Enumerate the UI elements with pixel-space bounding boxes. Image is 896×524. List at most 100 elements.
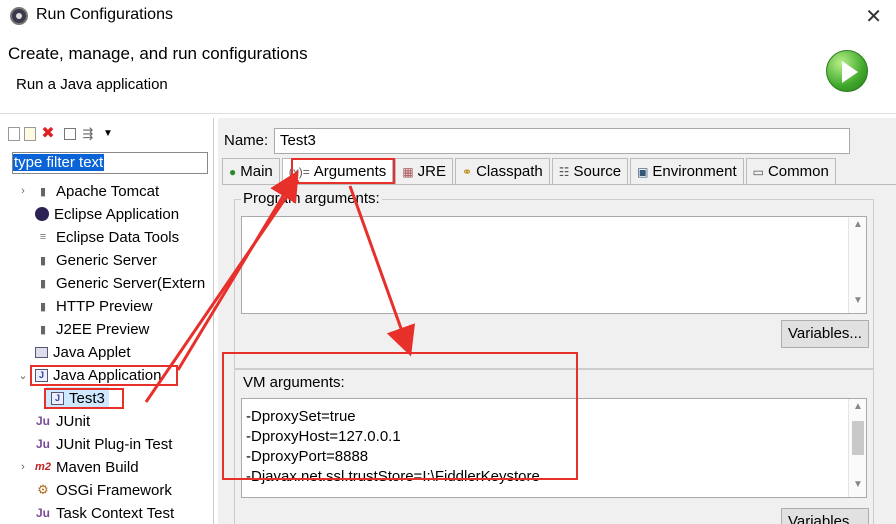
- tree-item-apache-tomcat[interactable]: › ▮ Apache Tomcat: [16, 180, 159, 202]
- program-arguments-scrollbar[interactable]: ▲ ▼: [848, 217, 866, 313]
- tab-jre[interactable]: ▦ JRE: [395, 158, 453, 184]
- tree-item-label: Eclipse Application: [54, 205, 180, 223]
- tree-item-label: Maven Build: [56, 458, 139, 476]
- tab-classpath[interactable]: ⚭ Classpath: [455, 158, 550, 184]
- scroll-thumb[interactable]: [852, 421, 864, 455]
- tree-item-test3[interactable]: J Test3: [46, 387, 109, 409]
- tomcat-icon: ▮: [39, 185, 47, 198]
- tab-common[interactable]: ▭ Common: [745, 158, 836, 184]
- applet-icon: [35, 346, 48, 358]
- vm-arguments-scrollbar[interactable]: ▲ ▼: [848, 399, 866, 497]
- tree-item-label: Generic Server: [56, 251, 157, 269]
- tree-item-label: OSGi Framework: [56, 481, 172, 499]
- dialog-subtitle: Run a Java application: [16, 76, 168, 93]
- arguments-panel: Program arguments: ▲ ▼ Variables... VM a…: [222, 184, 896, 524]
- tree-toolbar: ✖ ⇶ ▼: [8, 124, 116, 144]
- vm-arg-line: -DproxySet=true: [246, 408, 356, 425]
- vm-arguments-label: VM arguments:: [241, 374, 347, 391]
- delete-icon[interactable]: ✖: [40, 126, 56, 142]
- view-menu-icon[interactable]: ▼: [100, 126, 116, 142]
- java-app-icon: J: [51, 391, 64, 405]
- program-arguments-input[interactable]: ▲ ▼: [241, 216, 867, 314]
- server-icon: ▮: [39, 323, 47, 336]
- tab-source[interactable]: ☷ Source: [551, 158, 629, 184]
- tree-item-j2ee-preview[interactable]: ▮ J2EE Preview: [16, 318, 149, 340]
- eclipse-app-icon: [10, 7, 28, 25]
- vm-arg-line: -DproxyHost=127.0.0.1: [246, 428, 401, 445]
- tree-item-junit-plugin-test[interactable]: Ju JUnit Plug-in Test: [16, 433, 172, 455]
- arguments-icon: (x)=: [288, 164, 310, 179]
- server-icon: ▮: [39, 300, 47, 313]
- run-icon: [826, 50, 868, 92]
- vm-arguments-input[interactable]: -DproxySet=true -DproxyHost=127.0.0.1 -D…: [241, 398, 867, 498]
- tree-item-label: Java Applet: [53, 343, 131, 361]
- tab-main[interactable]: ● Main: [222, 158, 280, 184]
- expand-icon[interactable]: ›: [16, 461, 30, 473]
- expand-icon[interactable]: ›: [16, 185, 30, 197]
- program-arguments-label: Program arguments:: [241, 190, 382, 207]
- tree-item-junit[interactable]: Ju JUnit: [16, 410, 90, 432]
- filter-placeholder: type filter text: [13, 154, 105, 171]
- scroll-down-icon[interactable]: ▼: [849, 295, 867, 311]
- vm-variables-button[interactable]: Variables...: [781, 508, 869, 524]
- program-arguments-group: Program arguments: ▲ ▼ Variables...: [234, 190, 874, 369]
- tree-item-label: Java Application: [53, 366, 162, 384]
- tree-item-task-context-test[interactable]: Ju Task Context Test: [16, 502, 174, 524]
- scroll-up-icon[interactable]: ▲: [849, 219, 867, 235]
- tree-item-generic-server-external[interactable]: ▮ Generic Server(Extern: [16, 272, 205, 294]
- duplicate-icon[interactable]: [24, 127, 36, 141]
- tree-item-maven-build[interactable]: › m2 Maven Build: [16, 456, 139, 478]
- config-tabs: ● Main (x)= Arguments ▦ JRE ⚭ Classpath ☷ Sou…: [222, 158, 838, 184]
- server-icon: ▮: [39, 254, 47, 267]
- filter-icon[interactable]: ⇶: [80, 126, 96, 142]
- collapse-all-icon[interactable]: [64, 128, 76, 140]
- jre-icon: ▦: [402, 164, 414, 179]
- junit-icon: Ju: [35, 414, 50, 428]
- server-icon: ▮: [39, 277, 47, 290]
- tree-item-http-preview[interactable]: ▮ HTTP Preview: [16, 295, 152, 317]
- tree-item-eclipse-application[interactable]: Eclipse Application: [16, 203, 179, 225]
- dialog-header: Create, manage, and run configurations R…: [0, 32, 896, 114]
- dialog-title: Create, manage, and run configurations: [8, 44, 308, 63]
- tree-item-eclipse-data-tools[interactable]: ≡ Eclipse Data Tools: [16, 226, 179, 248]
- task-icon: Ju: [35, 506, 50, 520]
- eclipse-icon: [35, 207, 49, 221]
- tree-item-label: Task Context Test: [56, 504, 175, 522]
- tree-item-osgi-framework[interactable]: ⚙ OSGi Framework: [16, 479, 172, 501]
- name-field[interactable]: Test3: [274, 128, 850, 154]
- new-config-icon[interactable]: [8, 127, 20, 141]
- tree-item-label: HTTP Preview: [56, 297, 153, 315]
- junit-plugin-icon: Ju: [35, 437, 50, 451]
- tab-environment[interactable]: ▣ Environment: [630, 158, 744, 184]
- tree-item-label: JUnit: [56, 412, 91, 430]
- program-variables-button[interactable]: Variables...: [781, 320, 869, 348]
- configuration-tree-panel: ✖ ⇶ ▼ type filter text › ▮ Apache Tomcat…: [0, 118, 214, 524]
- vm-arg-line: -DproxyPort=8888: [246, 448, 369, 465]
- tree-item-label: Eclipse Data Tools: [56, 228, 180, 246]
- collapse-icon[interactable]: ⌄: [16, 369, 30, 382]
- vm-arguments-group: VM arguments: -DproxySet=true -DproxyHos…: [234, 369, 874, 524]
- scroll-up-icon[interactable]: ▲: [849, 401, 867, 417]
- java-app-icon: J: [35, 368, 48, 382]
- maven-icon: m2: [35, 461, 51, 473]
- common-icon: ▭: [752, 164, 764, 179]
- tree-item-java-application[interactable]: ⌄ J Java Application: [16, 364, 161, 386]
- database-icon: ≡: [39, 231, 47, 243]
- window-title: Run Configurations: [36, 6, 173, 23]
- osgi-icon: ⚙: [37, 482, 49, 497]
- close-icon[interactable]: ✕: [865, 4, 882, 29]
- tree-item-generic-server[interactable]: ▮ Generic Server: [16, 249, 157, 271]
- source-icon: ☷: [558, 164, 570, 179]
- tab-arguments[interactable]: (x)= Arguments: [281, 158, 394, 184]
- environment-icon: ▣: [637, 164, 649, 179]
- filter-input[interactable]: type filter text: [12, 152, 208, 174]
- title-bar: Run Configurations ✕: [0, 0, 896, 32]
- name-label: Name:: [224, 132, 269, 149]
- tree-item-java-applet[interactable]: Java Applet: [16, 341, 131, 363]
- main-icon: ●: [229, 164, 237, 179]
- classpath-icon: ⚭: [462, 164, 473, 179]
- scroll-down-icon[interactable]: ▼: [849, 479, 867, 495]
- tree-item-label: Generic Server(Extern: [56, 274, 206, 292]
- tree-item-label: JUnit Plug-in Test: [56, 435, 173, 453]
- tree-item-label: Apache Tomcat: [56, 182, 160, 200]
